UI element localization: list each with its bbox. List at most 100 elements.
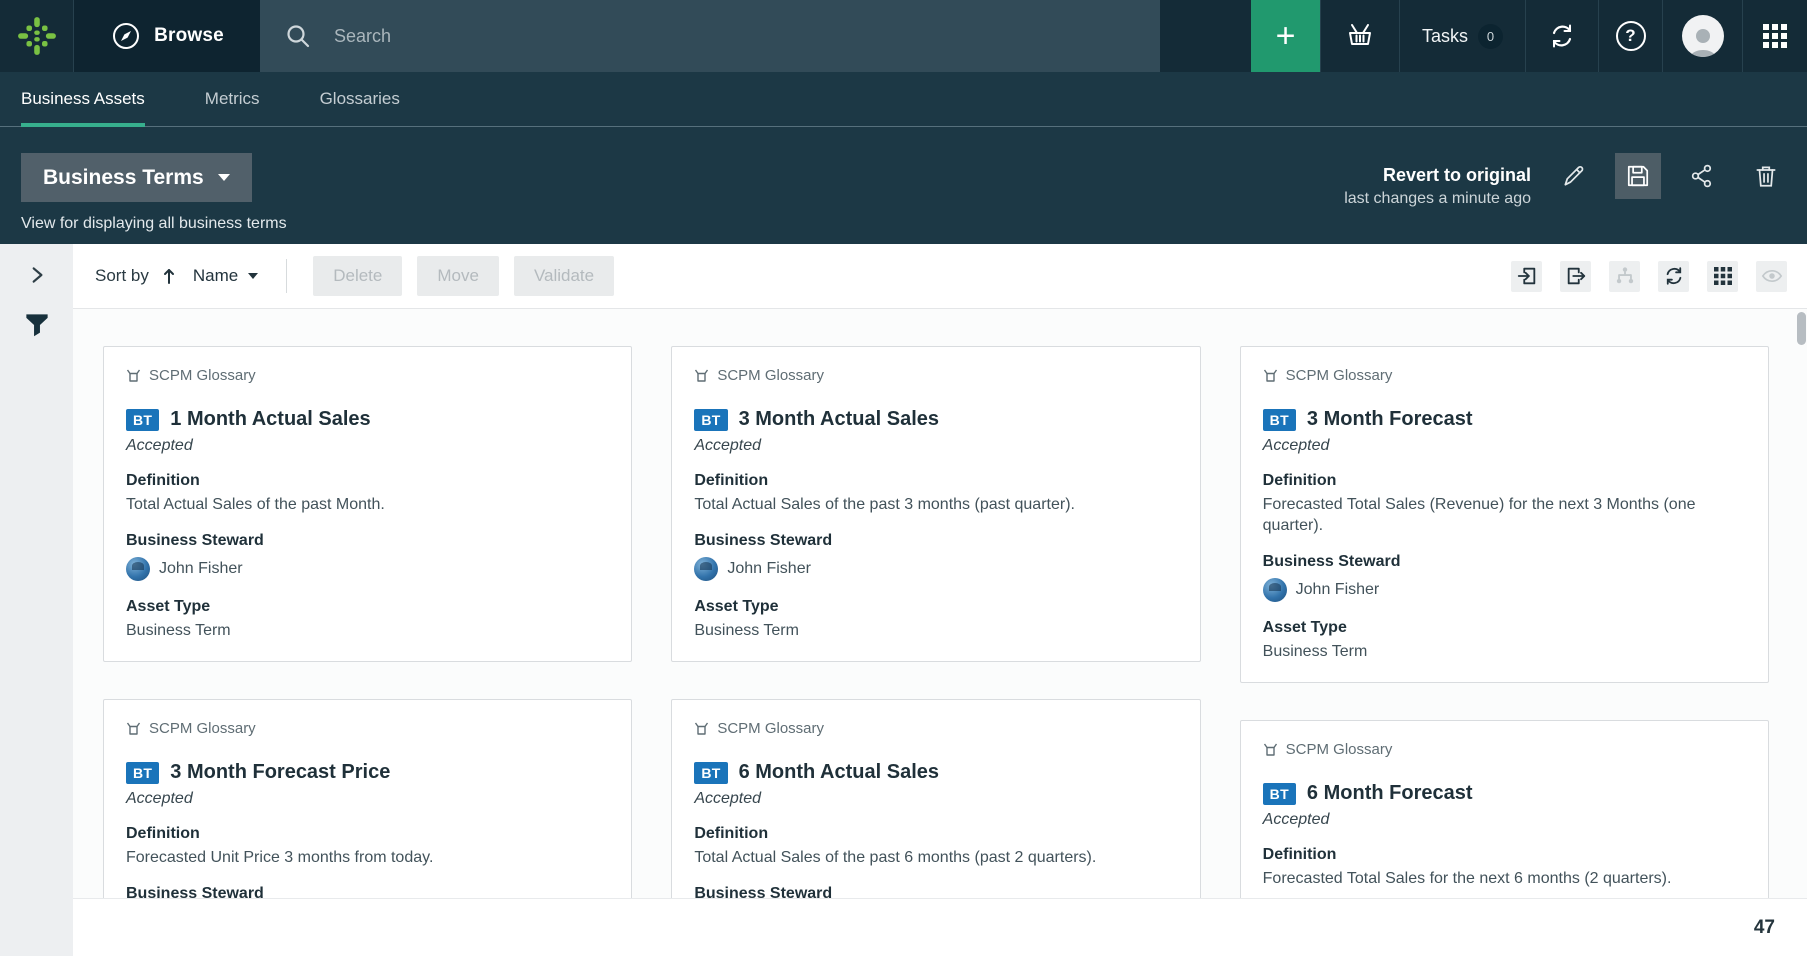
delete-button[interactable]: Delete bbox=[313, 256, 402, 296]
browse-label: Browse bbox=[154, 25, 224, 47]
avatar bbox=[1682, 15, 1724, 57]
asset-card[interactable]: SCPM Glossary BT 3 Month Actual Sales Ac… bbox=[671, 346, 1200, 662]
tasks-label: Tasks bbox=[1422, 26, 1468, 47]
card-title-row: BT 3 Month Forecast bbox=[1263, 408, 1746, 431]
definition-label: Definition bbox=[1263, 472, 1746, 490]
steward-label: Business Steward bbox=[1263, 553, 1746, 571]
asset-title[interactable]: 3 Month Forecast bbox=[1307, 408, 1473, 431]
card-domain[interactable]: SCPM Glossary bbox=[694, 720, 1177, 737]
section-tabbar: Business Assets Metrics Glossaries bbox=[0, 72, 1807, 127]
import-icon bbox=[1516, 265, 1538, 287]
compass-icon bbox=[110, 20, 142, 52]
steward-name: John Fisher bbox=[1296, 581, 1380, 599]
card-domain[interactable]: SCPM Glossary bbox=[126, 367, 609, 384]
footer-bar: 47 bbox=[73, 898, 1807, 956]
glossary-name: SCPM Glossary bbox=[717, 367, 824, 384]
asset-card[interactable]: SCPM Glossary BT 3 Month Forecast Accept… bbox=[1240, 346, 1769, 683]
card-domain[interactable]: SCPM Glossary bbox=[1263, 367, 1746, 384]
asset-title[interactable]: 1 Month Actual Sales bbox=[170, 408, 370, 431]
asset-card[interactable]: SCPM Glossary BT 3 Month Forecast Price … bbox=[103, 699, 632, 898]
search-bar[interactable] bbox=[260, 0, 1160, 72]
view-selector-button[interactable]: Business Terms bbox=[21, 153, 252, 202]
glossary-icon bbox=[126, 721, 141, 736]
card-column: SCPM Glossary BT 3 Month Actual Sales Ac… bbox=[671, 346, 1200, 898]
revert-to-original-button[interactable]: Revert to original last changes a minute… bbox=[1344, 165, 1531, 208]
tab-glossaries[interactable]: Glossaries bbox=[320, 72, 400, 126]
glossary-icon bbox=[694, 721, 709, 736]
refresh-button[interactable] bbox=[1658, 261, 1689, 292]
trash-icon bbox=[1753, 163, 1779, 189]
card-domain[interactable]: SCPM Glossary bbox=[1263, 741, 1746, 758]
tab-metrics[interactable]: Metrics bbox=[205, 72, 260, 126]
asset-type-badge: BT bbox=[694, 762, 727, 784]
vertical-scrollbar[interactable] bbox=[1797, 312, 1806, 345]
asset-card[interactable]: SCPM Glossary BT 6 Month Actual Sales Ac… bbox=[671, 699, 1200, 898]
collibra-logo-icon bbox=[17, 16, 57, 56]
body-row: Sort by Name Delete Move Validate bbox=[0, 244, 1807, 956]
asset-type-value: Business Term bbox=[694, 620, 1177, 641]
asset-title[interactable]: 6 Month Actual Sales bbox=[739, 761, 939, 784]
user-menu-button[interactable] bbox=[1662, 0, 1742, 72]
main-column: Sort by Name Delete Move Validate bbox=[73, 244, 1807, 956]
definition-label: Definition bbox=[126, 825, 609, 843]
asset-title[interactable]: 6 Month Forecast bbox=[1307, 782, 1473, 805]
revert-label: Revert to original bbox=[1344, 165, 1531, 186]
chevron-down-icon bbox=[248, 273, 258, 279]
asset-title[interactable]: 3 Month Actual Sales bbox=[739, 408, 939, 431]
result-count: 47 bbox=[1754, 917, 1775, 939]
card-domain[interactable]: SCPM Glossary bbox=[694, 367, 1177, 384]
sort-direction-button[interactable] bbox=[161, 267, 177, 285]
browse-button[interactable]: Browse bbox=[74, 0, 260, 72]
apps-launcher-button[interactable] bbox=[1742, 0, 1807, 72]
steward-label: Business Steward bbox=[126, 885, 609, 898]
definition-text: Forecasted Unit Price 3 months from toda… bbox=[126, 847, 609, 868]
asset-type-badge: BT bbox=[694, 409, 727, 431]
share-view-button[interactable] bbox=[1679, 153, 1725, 199]
asset-card[interactable]: SCPM Glossary BT 6 Month Forecast Accept… bbox=[1240, 720, 1769, 898]
steward-row[interactable]: John Fisher bbox=[1263, 578, 1746, 602]
steward-row[interactable]: John Fisher bbox=[126, 557, 609, 581]
definition-label: Definition bbox=[694, 472, 1177, 490]
preview-eye-button[interactable] bbox=[1756, 261, 1787, 292]
sort-by-label: Sort by bbox=[95, 266, 149, 286]
tasks-count-badge: 0 bbox=[1478, 24, 1503, 49]
asset-title[interactable]: 3 Month Forecast Price bbox=[170, 761, 390, 784]
grid-view-button[interactable] bbox=[1707, 261, 1738, 292]
export-button[interactable] bbox=[1560, 261, 1591, 292]
hierarchy-view-button[interactable] bbox=[1609, 261, 1640, 292]
steward-row[interactable]: John Fisher bbox=[694, 557, 1177, 581]
tab-business-assets[interactable]: Business Assets bbox=[21, 72, 145, 126]
steward-name: John Fisher bbox=[727, 560, 811, 578]
data-basket-button[interactable] bbox=[1320, 0, 1399, 72]
validate-button[interactable]: Validate bbox=[514, 256, 614, 296]
expand-rail-button[interactable] bbox=[26, 264, 48, 286]
card-domain[interactable]: SCPM Glossary bbox=[126, 720, 609, 737]
glossary-icon bbox=[1263, 368, 1278, 383]
steward-name: John Fisher bbox=[159, 560, 243, 578]
filter-button[interactable] bbox=[24, 312, 50, 338]
move-button[interactable]: Move bbox=[417, 256, 499, 296]
collibra-logo[interactable] bbox=[0, 0, 74, 72]
edit-view-button[interactable] bbox=[1551, 153, 1597, 199]
view-header-actions: Revert to original last changes a minute… bbox=[1344, 153, 1789, 244]
activities-button[interactable] bbox=[1525, 0, 1598, 72]
grid-view-icon bbox=[1713, 266, 1733, 286]
import-button[interactable] bbox=[1511, 261, 1542, 292]
tasks-button[interactable]: Tasks 0 bbox=[1399, 0, 1525, 72]
view-header-left: Business Terms View for displaying all b… bbox=[21, 153, 287, 244]
asset-type-badge: BT bbox=[126, 762, 159, 784]
search-input[interactable] bbox=[334, 26, 1136, 47]
glossary-icon bbox=[1263, 742, 1278, 757]
card-title-row: BT 1 Month Actual Sales bbox=[126, 408, 609, 431]
share-icon bbox=[1689, 163, 1715, 189]
sort-field-dropdown[interactable]: Name bbox=[193, 266, 258, 286]
save-view-button[interactable] bbox=[1615, 153, 1661, 199]
steward-label: Business Steward bbox=[694, 885, 1177, 898]
asset-card[interactable]: SCPM Glossary BT 1 Month Actual Sales Ac… bbox=[103, 346, 632, 662]
delete-view-button[interactable] bbox=[1743, 153, 1789, 199]
add-asset-button[interactable]: + bbox=[1251, 0, 1320, 72]
export-icon bbox=[1565, 265, 1587, 287]
definition-label: Definition bbox=[694, 825, 1177, 843]
steward-label: Business Steward bbox=[694, 532, 1177, 550]
help-button[interactable]: ? bbox=[1598, 0, 1662, 72]
